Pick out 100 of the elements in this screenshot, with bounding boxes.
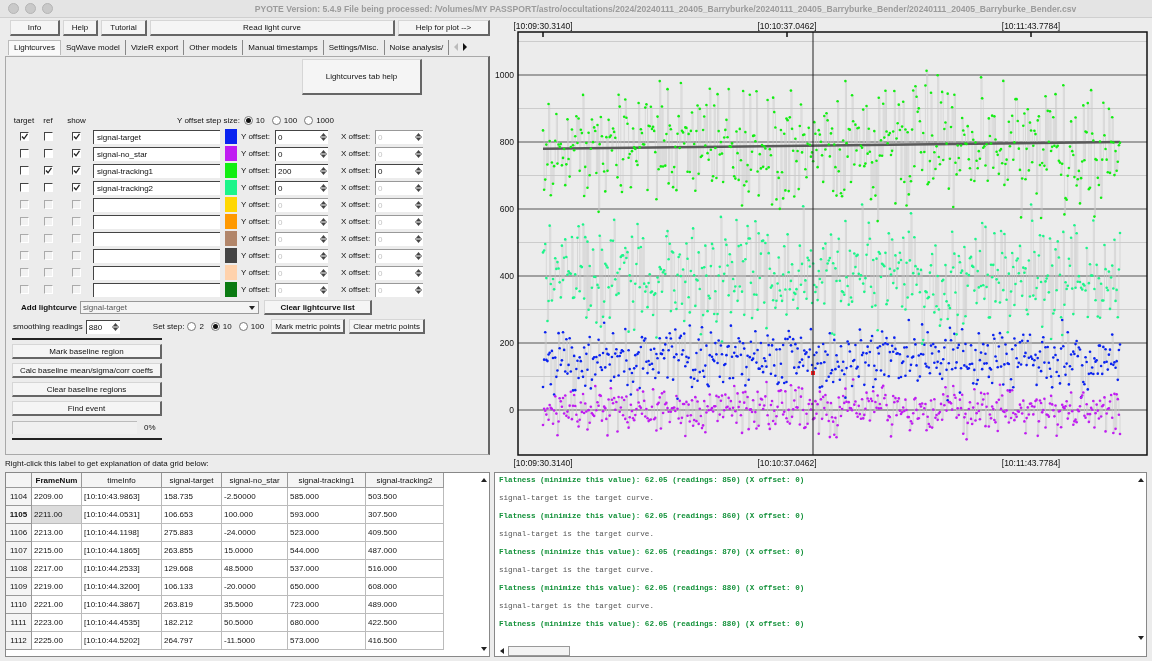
- stepper-icon[interactable]: [319, 250, 328, 262]
- stepper-icon[interactable]: [319, 284, 328, 296]
- row-header[interactable]: 1106: [6, 524, 32, 542]
- stepper-icon[interactable]: [319, 182, 328, 194]
- lightcurve-dropdown[interactable]: signal-target: [80, 301, 259, 314]
- stepper-icon[interactable]: [319, 131, 328, 143]
- checkbox[interactable]: [19, 166, 29, 175]
- toolbar-button[interactable]: Tutorial: [101, 20, 147, 36]
- radio-button[interactable]: [243, 115, 253, 125]
- smoothing-spinbox[interactable]: 880: [85, 319, 120, 334]
- stepper-icon[interactable]: [319, 199, 328, 211]
- cursor-line[interactable]: [812, 31, 814, 456]
- help-button[interactable]: Lightcurves tab help: [302, 59, 422, 95]
- curve-name-field[interactable]: [93, 248, 220, 263]
- checkbox[interactable]: [19, 183, 29, 192]
- curve-name-field[interactable]: [93, 231, 220, 246]
- radio-button[interactable]: [187, 322, 197, 331]
- checkbox[interactable]: [43, 183, 53, 192]
- stepper-icon[interactable]: [414, 165, 423, 177]
- stepper-icon[interactable]: [319, 233, 328, 245]
- column-header[interactable]: signal-tracking1: [288, 473, 366, 488]
- scroll-up-icon[interactable]: [1136, 476, 1145, 484]
- checkbox[interactable]: [19, 132, 29, 141]
- metric-button[interactable]: Mark metric points: [271, 319, 346, 334]
- toolbar-button[interactable]: Help: [63, 20, 98, 36]
- scroll-thumb[interactable]: [508, 645, 570, 656]
- curve-name-field[interactable]: signal-tracking1: [93, 163, 220, 178]
- curve-name-field[interactable]: [93, 214, 220, 229]
- table-cell: 264.797: [162, 632, 222, 650]
- curve-name-field[interactable]: [93, 197, 220, 212]
- color-swatch[interactable]: [225, 129, 237, 144]
- scroll-up-icon[interactable]: [479, 476, 488, 484]
- tab[interactable]: Other models: [184, 39, 244, 55]
- stepper-icon[interactable]: [319, 165, 328, 177]
- row-header[interactable]: 1107: [6, 542, 32, 560]
- action-button[interactable]: Calc baseline mean/sigma/corr coeffs: [12, 363, 162, 378]
- stepper-icon[interactable]: [319, 267, 328, 279]
- metric-button[interactable]: Clear metric points: [349, 319, 426, 334]
- column-header[interactable]: FrameNum: [32, 473, 82, 488]
- tab[interactable]: Noise analysis/: [384, 39, 450, 55]
- table-cell: 2219.00: [32, 578, 82, 596]
- stepper-icon[interactable]: [110, 321, 120, 333]
- radio-button[interactable]: [238, 322, 248, 331]
- radio-button[interactable]: [271, 115, 281, 125]
- tab[interactable]: VizieR export: [125, 39, 185, 55]
- curve-name-field[interactable]: [93, 282, 220, 297]
- table-cell: 307.500: [366, 506, 444, 524]
- row-header[interactable]: 1112: [6, 632, 32, 650]
- column-header[interactable]: signal-target: [162, 473, 222, 488]
- checkbox[interactable]: [72, 166, 81, 175]
- curve-name-field[interactable]: signal-no_star: [93, 146, 220, 161]
- color-swatch[interactable]: [225, 163, 237, 178]
- row-header[interactable]: 1104: [6, 488, 32, 506]
- grid-hint-label[interactable]: Right-click this label to get explanation of data grid below:: [5, 459, 209, 468]
- radio-button[interactable]: [210, 322, 220, 331]
- caret-icon[interactable]: [248, 303, 256, 312]
- action-button[interactable]: Find event: [12, 401, 162, 416]
- y-offset-spinbox[interactable]: 200: [275, 163, 328, 178]
- row-header[interactable]: 1111: [6, 614, 32, 632]
- row-header[interactable]: 1110: [6, 596, 32, 614]
- curve-name-field[interactable]: [93, 265, 220, 280]
- action-button[interactable]: Mark baseline region: [12, 344, 162, 359]
- column-header[interactable]: signal-no_star: [222, 473, 288, 488]
- stepper-icon[interactable]: [319, 216, 328, 228]
- row-header[interactable]: 1109: [6, 578, 32, 596]
- tab[interactable]: SqWave model: [60, 39, 126, 55]
- action-button[interactable]: Clear baseline regions: [12, 382, 162, 397]
- tab[interactable]: Manual timestamps: [243, 39, 324, 55]
- row-header[interactable]: 1108: [6, 560, 32, 578]
- checkbox[interactable]: [43, 149, 53, 158]
- scroll-left-icon[interactable]: [498, 646, 506, 655]
- clear-list-button[interactable]: Clear lightcurve list: [264, 300, 372, 315]
- curve-name-field[interactable]: signal-target: [93, 129, 220, 144]
- x-offset-spinbox[interactable]: 0: [375, 163, 423, 178]
- table-cell: 523.000: [288, 524, 366, 542]
- toolbar-button[interactable]: Help for plot -->: [398, 20, 490, 36]
- tab[interactable]: Settings/Misc.: [323, 39, 385, 55]
- color-swatch[interactable]: [225, 180, 237, 195]
- checkbox[interactable]: [72, 149, 81, 158]
- checkbox[interactable]: [72, 132, 81, 141]
- y-offset-spinbox[interactable]: 0: [275, 129, 328, 144]
- scroll-down-icon[interactable]: [1136, 634, 1145, 642]
- y-offset-spinbox[interactable]: 0: [275, 180, 328, 195]
- checkbox[interactable]: [43, 166, 53, 175]
- column-header[interactable]: signal-tracking2: [366, 473, 444, 488]
- curve-name-field[interactable]: signal-tracking2: [93, 180, 220, 195]
- stepper-icon[interactable]: [319, 148, 328, 160]
- color-swatch[interactable]: [225, 146, 237, 161]
- radio-button[interactable]: [304, 115, 314, 125]
- y-offset-spinbox[interactable]: 0: [275, 146, 328, 161]
- tab[interactable]: Lightcurves: [8, 39, 61, 55]
- checkbox[interactable]: [19, 149, 29, 158]
- radio-label: 2: [199, 322, 204, 331]
- scroll-down-icon[interactable]: [479, 645, 488, 653]
- column-header[interactable]: timeInfo: [82, 473, 162, 488]
- checkbox[interactable]: [72, 183, 81, 192]
- row-header[interactable]: 1105: [6, 506, 32, 524]
- toolbar-button[interactable]: Read light curve: [150, 20, 395, 36]
- checkbox[interactable]: [43, 132, 53, 141]
- toolbar-button[interactable]: Info: [10, 20, 60, 36]
